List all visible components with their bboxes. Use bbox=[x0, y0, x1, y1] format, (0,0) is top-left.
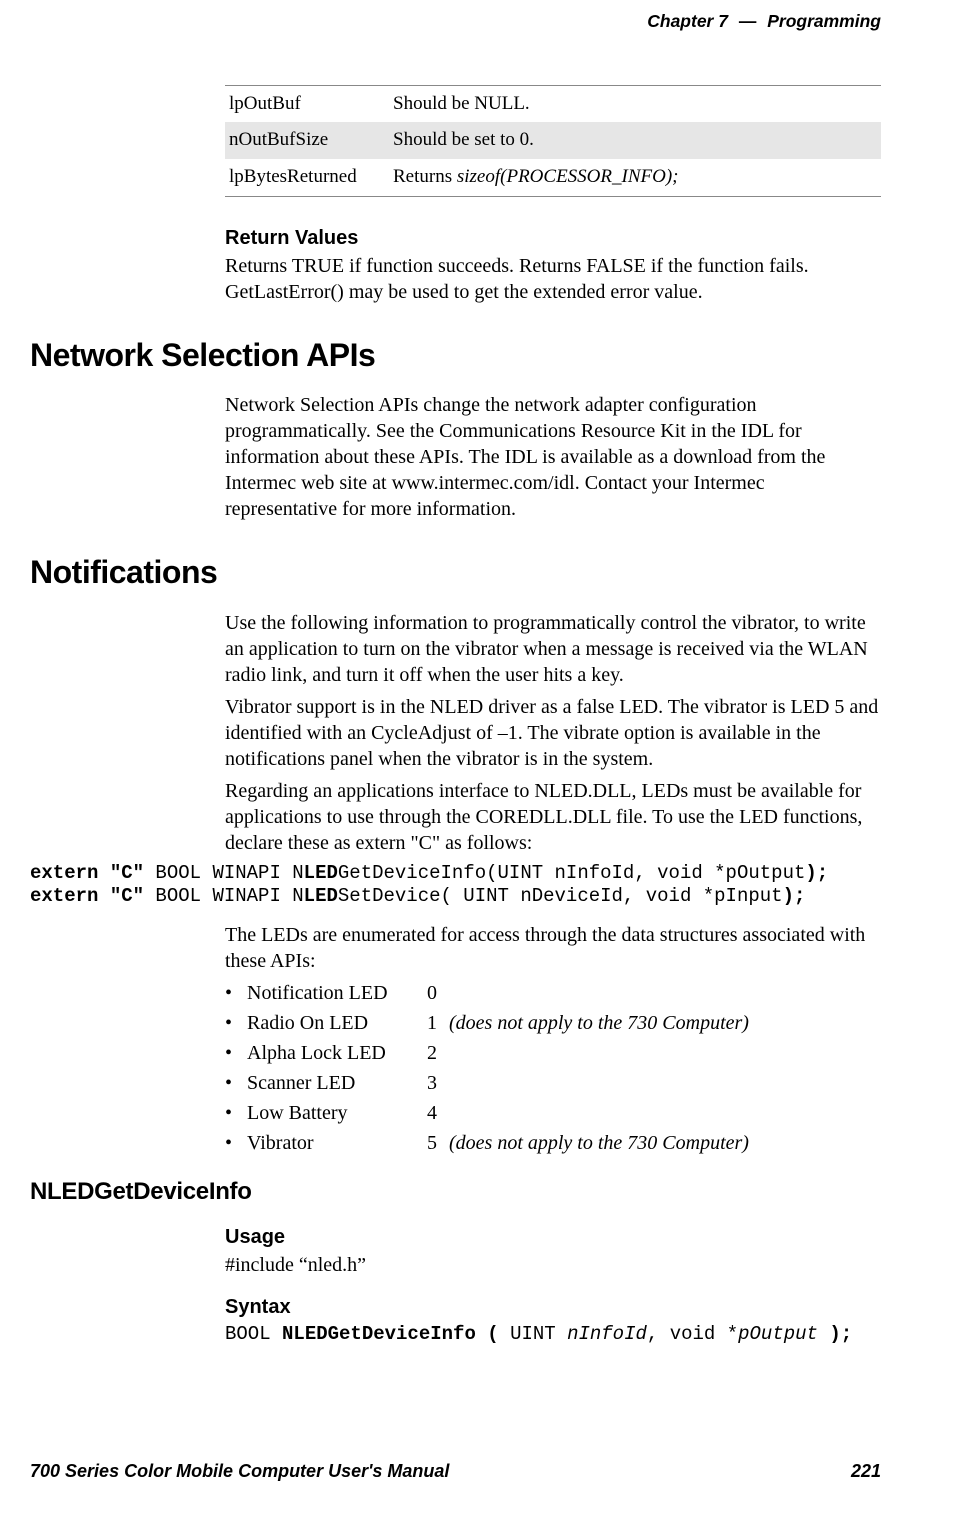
list-item: •Low Battery4 bbox=[225, 1100, 881, 1126]
bullet-icon: • bbox=[225, 980, 247, 1006]
page-footer: 700 Series Color Mobile Computer User's … bbox=[30, 1460, 881, 1483]
led-number: 2 bbox=[427, 1040, 449, 1066]
param-desc: Returns sizeof(PROCESSOR_INFO); bbox=[389, 159, 881, 196]
led-number: 0 bbox=[427, 980, 449, 1006]
led-note: (does not apply to the 730 Computer) bbox=[449, 1130, 749, 1156]
nled-getdeviceinfo-heading: NLEDGetDeviceInfo bbox=[30, 1176, 881, 1207]
param-desc: Should be set to 0. bbox=[389, 122, 881, 159]
table-row: lpBytesReturned Returns sizeof(PROCESSOR… bbox=[225, 159, 881, 196]
manual-title: 700 Series Color Mobile Computer User's … bbox=[30, 1460, 449, 1483]
return-values-heading: Return Values bbox=[225, 225, 881, 251]
led-enumeration-list: •Notification LED0 •Radio On LED1(does n… bbox=[225, 980, 881, 1156]
code-token: GetDeviceInfo(UINT nInfoId, void *pOutpu… bbox=[338, 862, 805, 884]
param-desc: Should be NULL. bbox=[389, 85, 881, 122]
code-token: UINT bbox=[510, 1323, 567, 1345]
bullet-icon: • bbox=[225, 1010, 247, 1036]
notifications-p3: Regarding an applications interface to N… bbox=[225, 778, 881, 856]
code-token: , void * bbox=[647, 1323, 738, 1345]
led-number: 5 bbox=[427, 1130, 449, 1156]
usage-heading: Usage bbox=[225, 1224, 881, 1250]
chapter-label: Chapter 7 bbox=[647, 11, 728, 31]
syntax-heading: Syntax bbox=[225, 1294, 881, 1320]
led-name: Alpha Lock LED bbox=[247, 1040, 427, 1066]
code-token: LED bbox=[304, 862, 338, 884]
bullet-icon: • bbox=[225, 1100, 247, 1126]
code-token: pOutput bbox=[738, 1323, 818, 1345]
code-token: LED bbox=[304, 885, 338, 907]
bullet-icon: • bbox=[225, 1040, 247, 1066]
list-item: •Vibrator5(does not apply to the 730 Com… bbox=[225, 1130, 881, 1156]
led-note: (does not apply to the 730 Computer) bbox=[449, 1010, 749, 1036]
code-token: ); bbox=[818, 1323, 852, 1345]
return-values-text: Returns TRUE if function succeeds. Retur… bbox=[225, 253, 881, 305]
page-number: 221 bbox=[851, 1460, 881, 1483]
table-row: nOutBufSize Should be set to 0. bbox=[225, 122, 881, 159]
param-name: nOutBufSize bbox=[225, 122, 389, 159]
param-name: lpOutBuf bbox=[225, 85, 389, 122]
list-item: •Scanner LED3 bbox=[225, 1070, 881, 1096]
usage-text: #include “nled.h” bbox=[225, 1252, 881, 1278]
led-name: Notification LED bbox=[247, 980, 427, 1006]
network-selection-text: Network Selection APIs change the networ… bbox=[225, 392, 881, 522]
param-name: lpBytesReturned bbox=[225, 159, 389, 196]
led-number: 4 bbox=[427, 1100, 449, 1126]
notifications-p2: Vibrator support is in the NLED driver a… bbox=[225, 694, 881, 772]
syntax-code: BOOL NLEDGetDeviceInfo ( UINT nInfoId, v… bbox=[225, 1322, 881, 1347]
network-selection-heading: Network Selection APIs bbox=[30, 335, 881, 377]
led-name: Radio On LED bbox=[247, 1010, 427, 1036]
led-number: 1 bbox=[427, 1010, 449, 1036]
code-token: extern "C" bbox=[30, 862, 144, 884]
code-token: NLEDGetDeviceInfo ( bbox=[282, 1323, 510, 1345]
chapter-title: Programming bbox=[767, 11, 881, 31]
header-separator: — bbox=[733, 11, 763, 31]
led-name: Low Battery bbox=[247, 1100, 427, 1126]
extern-c-code: extern "C" BOOL WINAPI NLEDGetDeviceInfo… bbox=[30, 862, 881, 908]
param-desc-prefix: Returns bbox=[393, 166, 457, 187]
notifications-p1: Use the following information to program… bbox=[225, 610, 881, 688]
notifications-p4: The LEDs are enumerated for access throu… bbox=[225, 922, 881, 974]
parameters-table: lpOutBuf Should be NULL. nOutBufSize Sho… bbox=[225, 85, 881, 197]
led-name: Scanner LED bbox=[247, 1070, 427, 1096]
code-token: BOOL WINAPI N bbox=[144, 885, 304, 907]
bullet-icon: • bbox=[225, 1130, 247, 1156]
code-token: SetDevice( UINT nDeviceId, void *pInput bbox=[338, 885, 783, 907]
list-item: •Alpha Lock LED2 bbox=[225, 1040, 881, 1066]
led-name: Vibrator bbox=[247, 1130, 427, 1156]
code-token: nInfoId bbox=[567, 1323, 647, 1345]
list-item: •Radio On LED1(does not apply to the 730… bbox=[225, 1010, 881, 1036]
code-token: BOOL bbox=[225, 1323, 282, 1345]
code-token: extern "C" bbox=[30, 885, 144, 907]
code-token: ); bbox=[805, 862, 828, 884]
code-token: ); bbox=[783, 885, 806, 907]
list-item: •Notification LED0 bbox=[225, 980, 881, 1006]
running-header: Chapter 7 — Programming bbox=[30, 10, 881, 35]
led-number: 3 bbox=[427, 1070, 449, 1096]
bullet-icon: • bbox=[225, 1070, 247, 1096]
table-row: lpOutBuf Should be NULL. bbox=[225, 85, 881, 122]
param-desc-italic: sizeof(PROCESSOR_INFO); bbox=[457, 166, 679, 187]
notifications-heading: Notifications bbox=[30, 552, 881, 594]
code-token: BOOL WINAPI N bbox=[144, 862, 304, 884]
